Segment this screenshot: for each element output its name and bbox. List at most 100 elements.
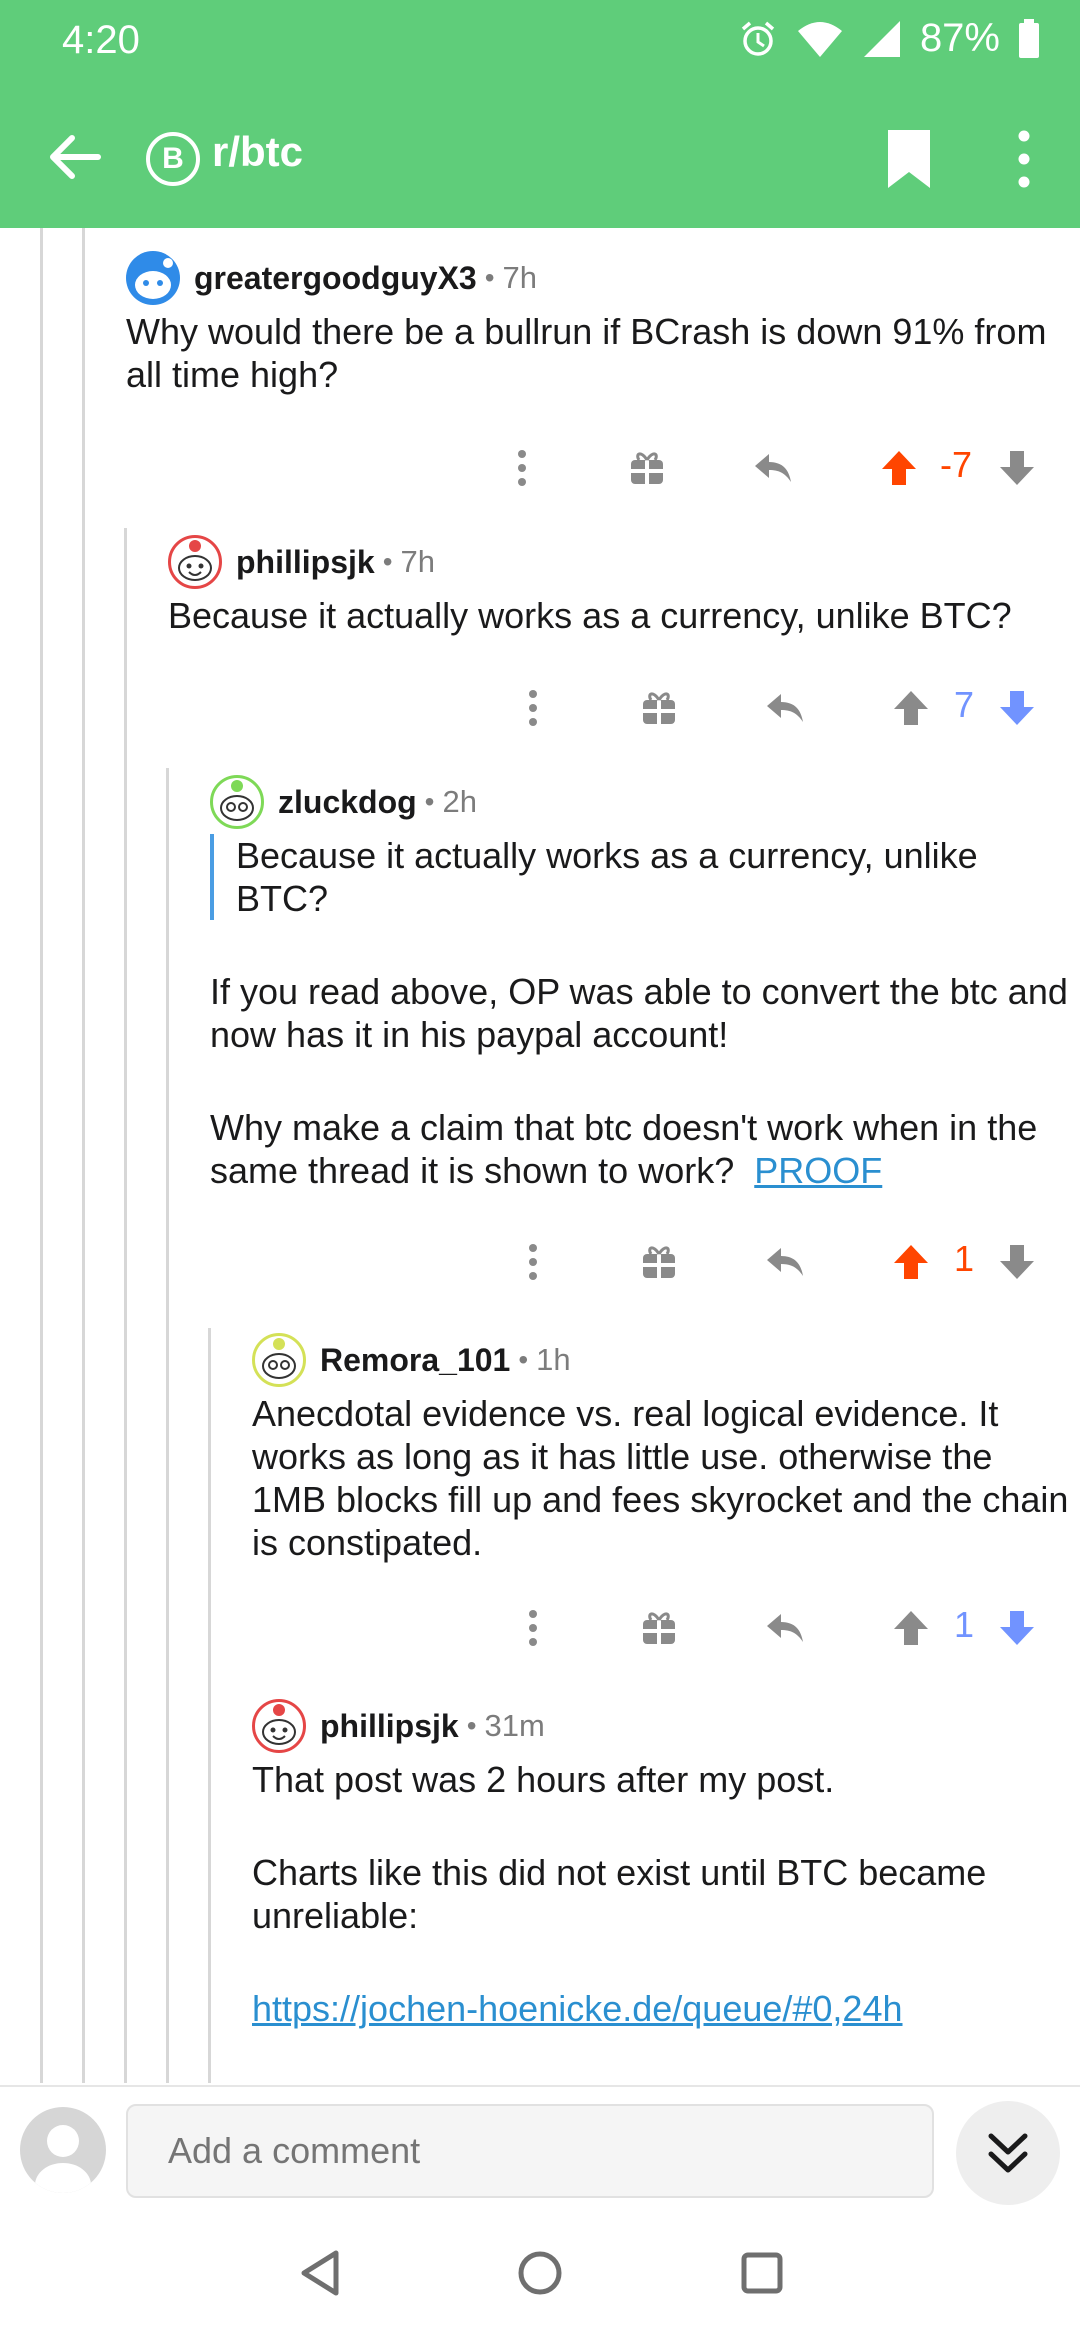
add-comment-input[interactable] [126, 2104, 934, 2198]
more-button[interactable] [508, 1598, 558, 1658]
comment-actions: -7 [0, 438, 1080, 498]
gift-icon [643, 1246, 675, 1278]
more-options-button[interactable] [1000, 124, 1048, 194]
back-button[interactable] [40, 122, 110, 192]
gift-icon [643, 1612, 675, 1644]
system-nav-bar [0, 2215, 1080, 2340]
thread-line [82, 228, 85, 2083]
downvote-button[interactable] [992, 1598, 1042, 1658]
avatar[interactable] [126, 251, 180, 305]
comment-author[interactable]: zluckdog [278, 784, 417, 821]
subreddit-name[interactable]: r/btc [212, 128, 303, 176]
award-button[interactable] [634, 1232, 684, 1292]
award-button[interactable] [634, 1598, 684, 1658]
avatar[interactable] [252, 1333, 306, 1387]
award-button[interactable] [634, 678, 684, 738]
comment-body: Why would there be a bullrun if BCrash i… [126, 311, 1047, 395]
comment-author[interactable]: phillipsjk [320, 1708, 459, 1745]
upvote-button[interactable] [886, 678, 936, 738]
alarm-icon [741, 21, 775, 56]
reply-button[interactable] [760, 1232, 810, 1292]
triangle-back-icon [301, 2250, 339, 2296]
comment-actions: 7 [0, 678, 1080, 738]
user-avatar[interactable] [20, 2107, 106, 2193]
comment-thread: greatergoodguyX3 • 7h Why would there be… [0, 228, 1080, 2083]
downvote-button[interactable] [992, 438, 1042, 498]
avatar[interactable] [210, 775, 264, 829]
downvote-button[interactable] [992, 678, 1042, 738]
app-header: 4:20 87% B r/btc [0, 0, 1080, 228]
more-icon [518, 450, 526, 486]
nav-home-button[interactable] [510, 2243, 570, 2303]
status-bar: 4:20 87% [0, 0, 1080, 80]
comment-author[interactable]: greatergoodguyX3 [194, 260, 477, 297]
nav-back-button[interactable] [290, 2243, 350, 2303]
comment-author[interactable]: Remora_101 [320, 1342, 510, 1379]
avatar[interactable] [168, 535, 222, 589]
comment-age: 7h [502, 260, 538, 295]
upvote-button[interactable] [886, 1598, 936, 1658]
reply-button[interactable] [760, 678, 810, 738]
bookmark-icon [888, 130, 930, 188]
reply-button[interactable] [760, 1598, 810, 1658]
upvote-button[interactable] [874, 438, 924, 498]
vote-score: -7 [940, 444, 973, 485]
block-quote: Because it actually works as a currency,… [210, 834, 1070, 920]
upvote-icon [894, 1611, 928, 1645]
comment: Remora_101 • 1h Anecdotal evidence vs. r… [252, 1332, 1072, 1564]
more-vert-icon [1018, 130, 1030, 188]
wifi-icon [797, 21, 842, 57]
comment-age: 1h [536, 1342, 571, 1377]
upvote-icon [894, 1245, 928, 1279]
reply-icon [767, 1248, 803, 1276]
downvote-icon [1000, 691, 1034, 725]
back-arrow-icon [50, 135, 101, 179]
status-time: 4:20 [62, 18, 140, 62]
bookmark-button[interactable] [880, 124, 938, 194]
nav-recents-button[interactable] [732, 2243, 792, 2303]
battery-percent: 87% [919, 16, 1000, 60]
gift-icon [631, 452, 663, 484]
upvote-icon [894, 691, 928, 725]
comment-body: Because it actually works as a currency,… [210, 834, 1070, 1192]
signal-icon [863, 20, 900, 57]
reply-icon [755, 454, 791, 482]
vote-score: 1 [954, 1604, 975, 1645]
comment-actions: 1 [0, 1598, 1080, 1658]
upvote-button[interactable] [886, 1232, 936, 1292]
upvote-icon [882, 451, 916, 485]
comment: greatergoodguyX3 • 7h Why would there be… [126, 250, 1066, 396]
collapse-button[interactable] [956, 2101, 1060, 2205]
thread-line [208, 1328, 211, 2083]
comment-age: 31m [484, 1708, 545, 1743]
thread-line [124, 528, 127, 2083]
reply-icon [767, 1614, 803, 1642]
comment-body: That post was 2 hours after my post. Cha… [252, 1759, 987, 2029]
more-button[interactable] [497, 438, 547, 498]
battery-icon [1019, 18, 1039, 58]
more-icon [529, 690, 537, 726]
vote-score: 7 [954, 684, 975, 725]
comment-actions: 1 [0, 1232, 1080, 1292]
comment: zluckdog • 2h Because it actually works … [210, 774, 1070, 1192]
comment-body: Because it actually works as a currency,… [168, 595, 1012, 636]
downvote-button[interactable] [992, 1232, 1042, 1292]
reply-button[interactable] [748, 438, 798, 498]
more-button[interactable] [508, 678, 558, 738]
double-chevron-down-icon [988, 2133, 1028, 2173]
comment-author[interactable]: phillipsjk [236, 544, 375, 581]
thread-line [40, 228, 43, 2083]
queue-link[interactable]: https://jochen-hoenicke.de/queue/#0,24h [252, 1988, 903, 2029]
thread-line [166, 768, 169, 2083]
avatar[interactable] [252, 1699, 306, 1753]
downvote-icon [1000, 1245, 1034, 1279]
award-button[interactable] [622, 438, 672, 498]
proof-link[interactable]: PROOF [754, 1150, 882, 1191]
circle-home-icon [518, 2251, 562, 2295]
downvote-icon [1000, 1611, 1034, 1645]
app-bar: B r/btc [0, 100, 1080, 210]
more-icon [529, 1610, 537, 1646]
comment: phillipsjk • 31m That post was 2 hours a… [252, 1698, 1072, 2030]
more-button[interactable] [508, 1232, 558, 1292]
square-recents-icon [741, 2252, 783, 2294]
